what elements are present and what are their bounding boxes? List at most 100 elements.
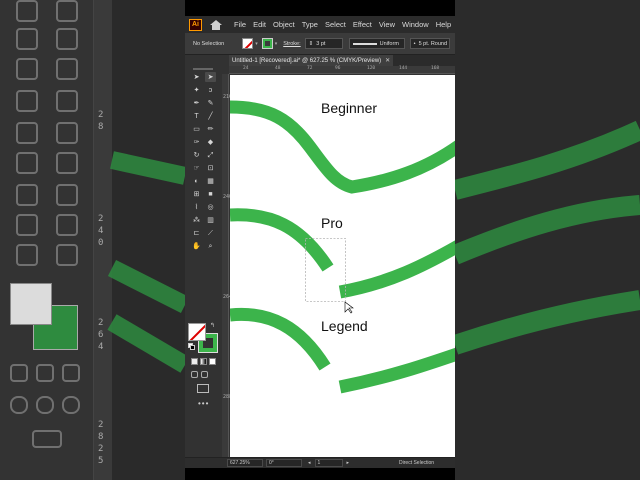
artboard-number-field[interactable]: 1 (314, 459, 343, 467)
background-right-blur (455, 0, 640, 480)
fill-dropdown-icon[interactable]: ▾ (255, 41, 258, 47)
variable-width-profile[interactable]: Uniform (348, 38, 405, 49)
lasso-icon[interactable]: ↄ (205, 85, 216, 95)
ruler-h-tick: 48 (275, 66, 281, 71)
swap-fill-stroke-icon[interactable]: ↰ (210, 322, 215, 329)
ruler-h-tick: 96 (335, 66, 341, 71)
color-mode-icon[interactable] (191, 358, 198, 365)
paintbrush-icon[interactable]: ✑ (191, 137, 202, 147)
ruler-h-tick: 144 (399, 66, 408, 71)
graph-tool-icon[interactable]: ▥ (205, 215, 216, 225)
stroke-dropdown-icon[interactable]: ▾ (275, 41, 278, 47)
fill-swatch[interactable] (188, 323, 206, 341)
artboard-tool-icon[interactable]: ⊏ (191, 228, 202, 238)
artboard-nav-prev-icon[interactable]: ◂ (308, 460, 311, 466)
scale-tool-icon[interactable]: ⤢ (205, 150, 216, 160)
menu-select[interactable]: Select (325, 20, 346, 29)
rotation-value: 0° (269, 460, 274, 466)
mesh-tool-icon[interactable]: ⊞ (191, 189, 202, 199)
magic-wand-icon[interactable]: ✦ (191, 85, 202, 95)
free-transform-icon[interactable]: ⊡ (205, 163, 216, 173)
menu-window[interactable]: Window (402, 20, 429, 29)
gradient-mode-icon[interactable] (200, 358, 207, 365)
perspective-grid-icon[interactable]: ▦ (205, 176, 216, 186)
menu-object[interactable]: Object (273, 20, 295, 29)
menu-effect[interactable]: Effect (353, 20, 372, 29)
menu-file[interactable]: File (234, 20, 246, 29)
curvature-icon[interactable]: ✎ (205, 98, 216, 108)
ruler-h-tick: 24 (243, 66, 249, 71)
close-tab-icon[interactable]: ✕ (385, 57, 390, 64)
menu-view[interactable]: View (379, 20, 395, 29)
rectangle-tool-icon[interactable]: ▭ (191, 124, 202, 134)
menu-help[interactable]: Help (436, 20, 451, 29)
symbol-sprayer-icon[interactable]: ⁂ (191, 215, 202, 225)
beginner-stroke (230, 100, 455, 194)
artboard-number: 1 (317, 460, 321, 466)
pen-tool-icon[interactable]: ✒ (191, 98, 202, 108)
direct-selection-tool-icon[interactable]: ➤ (205, 72, 216, 82)
ruler-h-tick: 72 (307, 66, 313, 71)
document-tab[interactable]: Untitled-1 [Recovered].ai* @ 627.25 % (C… (229, 55, 394, 66)
type-tool-icon[interactable]: T (191, 111, 202, 121)
tools-panel: ➤ ➤ ✦ ↄ ✒ ✎ T ╱ ▭ ✏ ✑ ◆ ↻ ⤢ ☞ ⊡ ◐ ▦ ⊞ ■ … (185, 66, 222, 457)
none-mode-icon[interactable] (209, 358, 216, 365)
bg-left-stroke-blur (107, 151, 185, 373)
document-tab-bar: Untitled-1 [Recovered].ai* @ 627.25 % (C… (229, 55, 455, 66)
draw-mode-buttons (191, 371, 208, 378)
screen-mode-icon[interactable] (197, 384, 209, 393)
zoom-tool-icon[interactable]: ⌕ (205, 241, 216, 251)
gradient-tool-icon[interactable]: ■ (205, 189, 216, 199)
bottom-black-strip (185, 468, 455, 480)
brush-dot-icon: • (413, 40, 416, 47)
label-pro: Pro (321, 215, 343, 231)
zoom-value: 627.25% (230, 460, 250, 466)
brush-definition[interactable]: • 5 pt. Round (409, 38, 450, 49)
profile-value: Uniform (379, 40, 399, 47)
artboard-canvas[interactable]: Beginner Pro Legend (230, 75, 455, 457)
edit-toolbar-icon[interactable]: ••• (198, 399, 209, 408)
panel-grip[interactable] (193, 68, 213, 70)
eraser-icon[interactable]: ◆ (205, 137, 216, 147)
hand-tool-icon[interactable]: ✋ (191, 241, 202, 251)
ruler-v-tick: 216 (223, 94, 233, 100)
home-icon[interactable] (210, 19, 222, 30)
rotate-tool-icon[interactable]: ↻ (191, 150, 202, 160)
draw-normal-icon[interactable] (191, 371, 198, 378)
zoom-field[interactable]: 627.25% (227, 459, 263, 467)
top-black-strip (185, 0, 455, 16)
pencil-icon[interactable]: ✏ (205, 124, 216, 134)
current-tool-label: Direct Selection (399, 460, 435, 466)
document-tab-title: Untitled-1 [Recovered].ai* @ 627.25 % (C… (232, 57, 382, 64)
control-bar: No Selection ▾ ▾ Stroke: ⇕ 3 pt Uniform … (185, 33, 455, 55)
app-logo: Ai (189, 18, 202, 31)
stroke-weight-value: 3 pt (316, 40, 326, 47)
slice-tool-icon[interactable]: ⟋ (205, 228, 216, 238)
rotation-field[interactable]: 0° (266, 459, 302, 467)
line-tool-icon[interactable]: ╱ (205, 111, 216, 121)
stroke-artwork[interactable] (230, 75, 455, 457)
color-mode-buttons (191, 358, 219, 367)
fill-color-swatch[interactable] (242, 38, 254, 49)
selection-tool-icon[interactable]: ➤ (191, 72, 202, 82)
pro-stroke-left (230, 208, 334, 272)
draw-behind-icon[interactable] (201, 371, 208, 378)
selection-label: No Selection (193, 40, 225, 47)
bg-right-stroke-blur (455, 120, 640, 355)
ruler-v-tick: 240 (223, 194, 233, 200)
menu-type[interactable]: Type (302, 20, 318, 29)
stroke-label[interactable]: Stroke: (283, 41, 300, 47)
blend-tool-icon[interactable]: ◎ (205, 202, 216, 212)
stroke-color-swatch[interactable] (261, 38, 273, 49)
stroke-weight-field[interactable]: ⇕ 3 pt (304, 38, 343, 49)
menu-edit[interactable]: Edit (253, 20, 266, 29)
stepper-icon[interactable]: ⇕ (309, 41, 314, 47)
artboard-nav-next-icon[interactable]: ▸ (347, 460, 350, 466)
shape-builder-icon[interactable]: ◐ (191, 176, 202, 186)
legend-stroke-right (338, 347, 455, 394)
horizontal-ruler: 24 48 72 96 120 144 168 (229, 66, 455, 74)
eyedropper-icon[interactable]: ⌇ (191, 202, 202, 212)
warp-tool-icon[interactable]: ☞ (191, 163, 202, 173)
default-colors-icon[interactable] (188, 343, 195, 350)
label-legend: Legend (321, 318, 368, 334)
